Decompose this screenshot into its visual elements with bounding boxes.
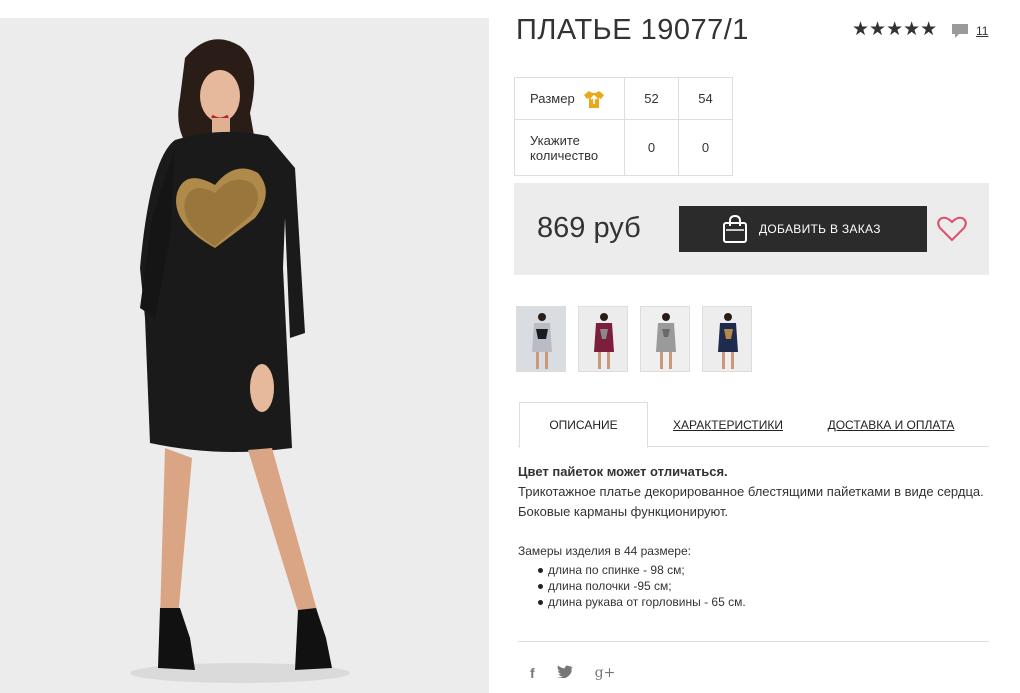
twitter-icon[interactable] (556, 665, 573, 681)
thumbnail-burgundy[interactable] (578, 306, 628, 372)
measures-list: длина по спинке - 98 см; длина полочки -… (518, 562, 746, 610)
quantity-label-cell: Укажите количество (514, 119, 625, 176)
rating-stars[interactable]: ★★★★★ (852, 20, 937, 39)
thumbnail-grey[interactable] (640, 306, 690, 372)
size-label: Размер (530, 91, 575, 106)
twitter-bird-shape (556, 665, 573, 679)
size-option-52[interactable]: 52 (624, 77, 679, 120)
add-to-order-button[interactable]: ДОБАВИТЬ В ЗАКАЗ (679, 206, 927, 252)
divider (518, 641, 989, 642)
tab-description[interactable]: ОПИСАНИЕ (519, 402, 648, 448)
thumbnail-image (517, 307, 565, 371)
quantity-label-line1: Укажите (530, 132, 580, 148)
description-bold-line: Цвет пайеток может отличаться. (518, 464, 728, 479)
favorite-heart-icon[interactable] (937, 216, 967, 242)
social-share: f g+ (530, 665, 615, 681)
size-quantity-table: Размер 52 54 Укажите количество 0 0 (514, 77, 733, 176)
size-option-54[interactable]: 54 (678, 77, 733, 120)
list-item: длина рукава от горловины - 65 см. (518, 594, 746, 610)
description-text: Цвет пайеток может отличаться. Трикотажн… (518, 462, 988, 522)
add-to-order-label: ДОБАВИТЬ В ЗАКАЗ (759, 222, 881, 236)
thumbnail-image (641, 307, 689, 371)
facebook-icon[interactable]: f (530, 665, 535, 681)
list-item: длина полочки -95 см; (518, 578, 746, 594)
quantity-input-54[interactable]: 0 (678, 119, 733, 176)
quantity-input-52[interactable]: 0 (624, 119, 679, 176)
tab-delivery[interactable]: ДОСТАВКА И ОПЛАТА (826, 402, 956, 447)
quantity-label-line2: количество (530, 147, 599, 163)
comment-icon[interactable] (950, 22, 970, 40)
tab-characteristics[interactable]: ХАРАКТЕРИСТИКИ (668, 402, 788, 447)
description-body: Трикотажное платье декорированное блестя… (518, 484, 984, 519)
measures-block: Замеры изделия в 44 размере: длина по сп… (518, 544, 746, 610)
list-item: длина по спинке - 98 см; (518, 562, 746, 578)
measures-title: Замеры изделия в 44 размере: (518, 544, 691, 558)
thumbnail-image (579, 307, 627, 371)
thumbnail-image (703, 307, 751, 371)
googleplus-icon[interactable]: g+ (595, 665, 616, 681)
dress-model-illustration (0, 18, 489, 693)
product-tabs: ОПИСАНИЕ ХАРАКТЕРИСТИКИ ДОСТАВКА И ОПЛАТ… (518, 402, 989, 448)
price: 869 руб (537, 212, 641, 244)
buy-panel: 869 руб ДОБАВИТЬ В ЗАКАЗ (514, 183, 989, 275)
size-chart-icon[interactable] (583, 89, 605, 109)
product-main-image[interactable] (0, 18, 489, 693)
review-count-link[interactable]: 11 (976, 24, 988, 38)
size-label-cell: Размер (514, 77, 625, 120)
color-thumbnails (516, 306, 752, 372)
thumbnail-grey-black[interactable] (516, 306, 566, 372)
product-title: ПЛАТЬЕ 19077/1 (516, 14, 749, 46)
shopping-bag-icon (723, 214, 747, 243)
thumbnail-navy[interactable] (702, 306, 752, 372)
star-rating-text: ★★★★★ (852, 19, 938, 40)
